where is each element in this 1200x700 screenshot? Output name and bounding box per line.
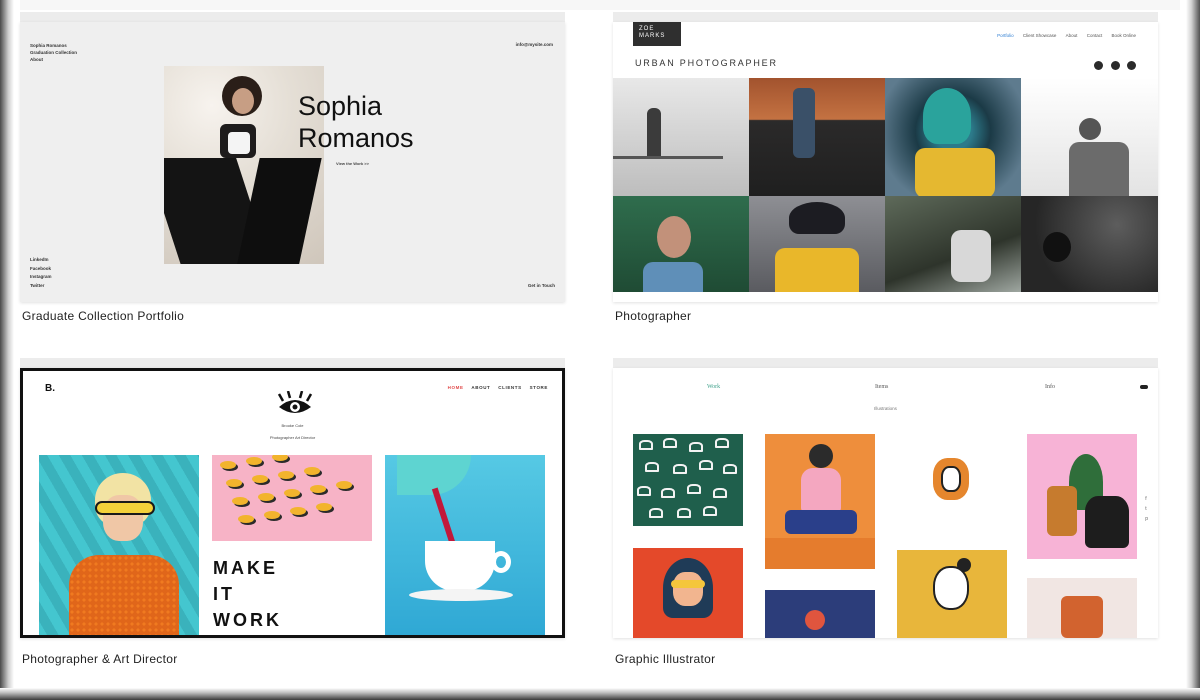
preview-subtitle: Illustrations bbox=[874, 406, 897, 411]
preview-tagline: View the Work >> bbox=[336, 161, 369, 166]
preview-logo: B. bbox=[45, 383, 55, 394]
preview-headline: MAKE IT WORK bbox=[213, 555, 282, 633]
gallery-top-strip bbox=[20, 0, 1180, 10]
screen-edge-shadow bbox=[1186, 0, 1200, 700]
preview-social-links: LinkedIn Facebook Instagram Twitter bbox=[30, 256, 52, 290]
preview-person-name: Brooke Cole bbox=[281, 423, 304, 428]
preview-person-role: Photographer Art Director bbox=[269, 435, 316, 440]
menu-item: CLIENTS bbox=[498, 385, 522, 390]
twitter-icon bbox=[1110, 61, 1120, 70]
twitter-icon: t bbox=[1145, 506, 1147, 512]
template-preview[interactable]: Sophia Romanos Graduation Collection Abo… bbox=[20, 22, 565, 302]
facebook-icon: f bbox=[1145, 496, 1147, 502]
illustration-tile bbox=[1027, 434, 1137, 559]
logo-line: MARKS bbox=[639, 33, 666, 39]
instagram-icon bbox=[1127, 61, 1136, 70]
browser-bar bbox=[20, 358, 565, 371]
headline-line: MAKE bbox=[213, 558, 278, 578]
template-card-photographer[interactable]: ZOE MARKS Portfolio Client Showcase Abou… bbox=[613, 12, 1158, 332]
nav-work: Work bbox=[707, 384, 721, 390]
illustration-tile bbox=[633, 434, 743, 526]
grid-photo bbox=[1021, 196, 1158, 292]
template-card-graphic-illustrator[interactable]: Work Items Info Illustrations f t p Grap… bbox=[613, 358, 1158, 678]
menu-item: Portfolio bbox=[997, 33, 1014, 38]
browser-bar bbox=[613, 358, 1158, 371]
illustration-tile bbox=[633, 548, 743, 638]
facebook-icon bbox=[1094, 61, 1104, 70]
side-social-icons: f t p bbox=[1145, 494, 1148, 524]
preview-menu: Portfolio Client Showcase About Contact … bbox=[989, 33, 1136, 38]
template-gallery: Sophia Romanos Graduation Collection Abo… bbox=[0, 0, 1200, 700]
portrait-photo bbox=[39, 455, 199, 635]
illustration-tile bbox=[765, 434, 875, 569]
menu-item: ABOUT bbox=[471, 385, 491, 390]
template-preview[interactable]: B. HOME ABOUT CLIENTS STORE Brooke Cole … bbox=[20, 368, 565, 638]
social-link: Instagram bbox=[30, 274, 52, 279]
preview-headline: Sophia Romanos bbox=[298, 90, 414, 154]
headline-line: WORK bbox=[213, 610, 282, 630]
headline-first-name: Sophia bbox=[298, 91, 383, 121]
screen-edge-shadow bbox=[0, 0, 14, 700]
illustration-tile bbox=[897, 550, 1007, 638]
grid-photo bbox=[885, 196, 1021, 292]
menu-item: Client Showcase bbox=[1022, 33, 1057, 38]
preview-nav-link: About bbox=[30, 57, 43, 62]
preview-nav: Sophia Romanos Graduation Collection Abo… bbox=[30, 42, 77, 63]
preview-social-icons bbox=[1091, 57, 1136, 75]
pattern-photo bbox=[212, 455, 372, 541]
illustration-tile bbox=[897, 434, 1007, 534]
eye-logo-icon bbox=[277, 391, 313, 413]
grid-photo bbox=[749, 78, 885, 196]
template-preview[interactable]: ZOE MARKS Portfolio Client Showcase Abou… bbox=[613, 22, 1158, 302]
illustration-tile bbox=[765, 590, 875, 638]
nav-items: Items bbox=[875, 384, 889, 390]
menu-item: Book Online bbox=[1111, 33, 1136, 38]
menu-item: Contact bbox=[1086, 33, 1103, 38]
template-title[interactable]: Graphic Illustrator bbox=[615, 652, 715, 666]
screen-edge-shadow bbox=[0, 688, 1200, 700]
template-title[interactable]: Photographer & Art Director bbox=[22, 652, 178, 666]
menu-item: HOME bbox=[447, 385, 464, 390]
nav-info: Info bbox=[1045, 384, 1055, 390]
preview-cta: Get in Touch bbox=[527, 283, 555, 288]
preview-logo: ZOE MARKS bbox=[633, 22, 681, 46]
menu-item: About bbox=[1065, 33, 1078, 38]
template-title[interactable]: Graduate Collection Portfolio bbox=[22, 309, 184, 323]
pinterest-icon: p bbox=[1145, 516, 1148, 522]
logo-line: ZOE bbox=[639, 26, 655, 32]
social-link: LinkedIn bbox=[30, 257, 49, 262]
headline-last-name: Romanos bbox=[298, 123, 414, 153]
illustration-tile bbox=[1027, 578, 1137, 638]
cart-icon bbox=[1140, 385, 1148, 389]
preview-site-title: URBAN PHOTOGRAPHER bbox=[635, 58, 778, 68]
social-link: Facebook bbox=[30, 265, 52, 271]
preview-site-name: Sophia Romanos bbox=[30, 43, 67, 48]
grid-photo bbox=[885, 78, 1021, 196]
headline-line: IT bbox=[213, 584, 235, 604]
browser-bar bbox=[20, 12, 565, 25]
grid-photo bbox=[1021, 78, 1158, 196]
grid-photo bbox=[749, 196, 885, 292]
preview-nav-link: Graduation Collection bbox=[30, 50, 78, 55]
teapot-photo bbox=[385, 455, 545, 635]
template-preview[interactable]: Work Items Info Illustrations f t p bbox=[613, 368, 1158, 638]
social-link: Twitter bbox=[30, 282, 45, 288]
template-title[interactable]: Photographer bbox=[615, 309, 691, 323]
preview-email: info@mysite.com bbox=[515, 42, 553, 47]
preview-menu: HOME ABOUT CLIENTS STORE bbox=[442, 385, 548, 390]
template-card-art-director[interactable]: B. HOME ABOUT CLIENTS STORE Brooke Cole … bbox=[20, 358, 565, 678]
grid-photo bbox=[613, 78, 749, 196]
browser-bar bbox=[613, 12, 1158, 25]
menu-item: STORE bbox=[529, 385, 548, 390]
photo-grid bbox=[613, 78, 1158, 292]
template-card-graduate-portfolio[interactable]: Sophia Romanos Graduation Collection Abo… bbox=[20, 12, 565, 332]
grid-photo bbox=[613, 196, 749, 292]
